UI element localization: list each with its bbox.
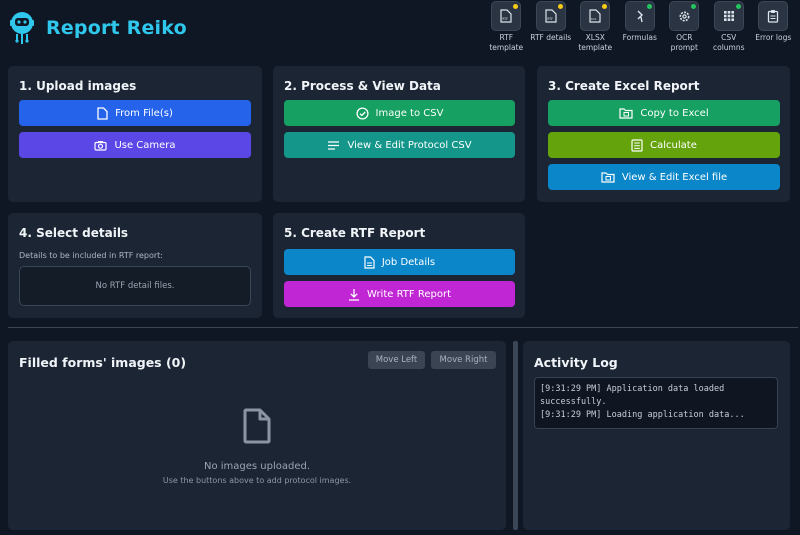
copy-to-excel-button[interactable]: Copy to Excel [548, 100, 780, 126]
tool-label: OCR prompt [670, 33, 698, 52]
button-label: Copy to Excel [640, 107, 709, 119]
clipboard-icon [768, 10, 779, 23]
empty-title: No images uploaded. [203, 461, 311, 472]
xlsx-template-button[interactable]: XLS XLSX template [573, 0, 618, 52]
excel-panel: 3. Create Excel Report Copy to Excel Cal… [537, 66, 790, 202]
document-icon [364, 255, 375, 269]
details-panel: 4. Select details Details to be included… [8, 213, 262, 318]
app-window: Report Reiko RTF RTF template RTF RTF de… [0, 0, 800, 535]
panel-title: Activity Log [534, 355, 618, 370]
ocr-prompt-button[interactable]: OCR prompt [662, 0, 707, 52]
panel-title: 1. Upload images [19, 79, 137, 93]
panel-title: 2. Process & View Data [284, 79, 441, 93]
empty-message: No RTF detail files. [95, 281, 175, 291]
file-icon [243, 408, 271, 444]
app-title: Report Reiko [46, 17, 187, 39]
from-files-button[interactable]: From File(s) [19, 100, 251, 126]
svg-text:XLS: XLS [591, 17, 597, 21]
calculate-button[interactable]: Calculate [548, 132, 780, 158]
rtf-panel: 5. Create RTF Report Job Details Write R… [273, 213, 525, 318]
image-to-csv-button[interactable]: Image to CSV [284, 100, 515, 126]
folder-icon [601, 172, 615, 183]
rtf-details-icon: RTF [545, 9, 557, 23]
formulas-button[interactable]: Formulas [618, 0, 663, 52]
status-dot [557, 4, 563, 9]
images-empty-state: No images uploaded. Use the buttons abov… [8, 407, 506, 485]
rtf-details-list: No RTF detail files. [19, 266, 251, 306]
svg-text:RTF: RTF [502, 17, 508, 21]
calculator-icon [631, 138, 643, 152]
formula-icon [637, 10, 643, 23]
check-circle-icon [355, 106, 369, 120]
details-subtitle: Details to be included in RTF report: [19, 251, 163, 260]
use-camera-button[interactable]: Use Camera [19, 132, 251, 158]
svg-text:RTF: RTF [547, 17, 553, 21]
csv-columns-button[interactable]: CSV columns [707, 0, 752, 52]
tool-label: XLSX template [578, 33, 613, 52]
job-details-button[interactable]: Job Details [284, 249, 515, 275]
button-label: Move Left [375, 355, 418, 365]
tool-label: RTF template [489, 33, 524, 52]
panel-title: 4. Select details [19, 226, 129, 240]
lines-icon [328, 140, 340, 150]
tool-label: CSV columns [712, 33, 745, 52]
file-icon [97, 106, 108, 120]
log-output: [9:31:29 PM] Application data loaded suc… [534, 377, 778, 429]
header: Report Reiko RTF RTF template RTF RTF de… [0, 0, 800, 60]
tool-label: RTF details [530, 33, 572, 42]
button-label: Move Right [439, 355, 488, 365]
write-rtf-button[interactable]: Write RTF Report [284, 281, 515, 307]
robot-logo-icon [10, 12, 34, 44]
panel-title: 3. Create Excel Report [548, 79, 700, 93]
status-dot [691, 4, 697, 9]
process-panel: 2. Process & View Data Image to CSV View… [273, 66, 525, 202]
move-left-button[interactable]: Move Left [368, 351, 425, 369]
error-logs-button[interactable]: Error logs [751, 0, 796, 52]
section-divider [8, 327, 798, 328]
images-panel: Filled forms' images (0) No images uploa… [8, 341, 506, 530]
view-edit-csv-button[interactable]: View & Edit Protocol CSV [284, 132, 515, 158]
empty-hint: Use the buttons above to add protocol im… [162, 476, 352, 485]
upload-panel: 1. Upload images From File(s) Use Camera [8, 66, 262, 202]
button-label: Image to CSV [375, 107, 444, 119]
button-label: View & Edit Excel file [621, 171, 728, 183]
camera-icon [94, 140, 108, 151]
button-label: From File(s) [115, 107, 173, 119]
xlsx-file-icon: XLS [589, 9, 601, 23]
tool-label: Error logs [755, 33, 792, 42]
download-icon [349, 288, 359, 301]
tool-label: Formulas [622, 33, 657, 42]
scrollbar[interactable] [513, 341, 518, 530]
toolbar: RTF RTF template RTF RTF details XLS XLS… [484, 0, 796, 52]
button-label: Use Camera [114, 139, 176, 151]
activity-log-panel: Activity Log [9:31:29 PM] Application da… [523, 341, 790, 530]
button-label: Write RTF Report [367, 288, 451, 300]
grid-icon [723, 11, 734, 21]
button-label: Job Details [381, 256, 436, 268]
panel-title: 5. Create RTF Report [284, 226, 426, 240]
log-line: successfully. [540, 397, 607, 407]
gear-icon [679, 11, 690, 21]
status-dot [602, 4, 608, 9]
status-dot [735, 4, 741, 9]
button-label: View & Edit Protocol CSV [347, 139, 472, 151]
move-right-button[interactable]: Move Right [431, 351, 496, 369]
panel-title: Filled forms' images (0) [19, 355, 187, 370]
brand: Report Reiko [8, 10, 187, 46]
rtf-details-button[interactable]: RTF RTF details [529, 0, 574, 52]
status-dot [513, 4, 519, 9]
folder-icon [619, 108, 633, 119]
rtf-template-button[interactable]: RTF RTF template [484, 0, 529, 52]
view-edit-excel-button[interactable]: View & Edit Excel file [548, 164, 780, 190]
button-label: Calculate [650, 139, 697, 151]
rtf-file-icon: RTF [500, 9, 512, 23]
status-dot [646, 4, 652, 9]
log-line: [9:31:29 PM] Loading application data... [540, 410, 745, 420]
log-line: [9:31:29 PM] Application data loaded [540, 384, 725, 394]
